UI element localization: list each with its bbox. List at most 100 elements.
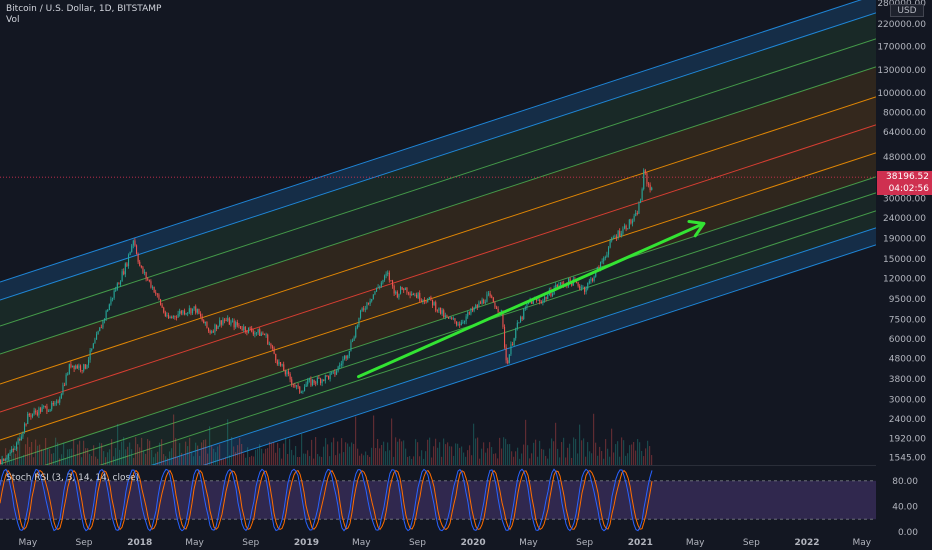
candle-body	[624, 225, 626, 229]
candle-body	[513, 338, 515, 346]
volume-bar	[625, 455, 627, 465]
volume-bar	[65, 458, 67, 465]
candle-body	[358, 317, 360, 326]
volume-bar	[105, 457, 107, 465]
volume-label[interactable]: Vol	[6, 15, 161, 26]
volume-bar	[581, 440, 583, 465]
volume-bar	[573, 437, 575, 465]
candle-body	[193, 306, 195, 309]
candle-body	[100, 327, 102, 329]
time-tick-label: Sep	[242, 538, 259, 548]
volume-bar	[309, 456, 311, 465]
candle-body	[236, 322, 238, 326]
volume-bar	[637, 439, 639, 465]
volume-bar	[485, 452, 487, 465]
chart-window[interactable]: 1545.00 1920.00 2400.00 3000.00 3800.00 4800.…	[0, 0, 932, 550]
candle-body	[604, 257, 606, 259]
candle-body	[387, 272, 389, 274]
volume-bar	[323, 446, 325, 465]
volume-bar	[241, 444, 243, 465]
candle-body	[276, 360, 278, 365]
volume-bar	[301, 433, 303, 465]
volume-bar	[589, 451, 591, 465]
volume-bar	[215, 452, 217, 465]
candle-body	[323, 379, 325, 381]
volume-bar	[405, 448, 407, 465]
candle-body	[643, 170, 645, 190]
candle-body	[155, 292, 157, 294]
volume-bar	[497, 458, 499, 465]
time-tick-label: 2020	[461, 538, 486, 548]
candle-body	[49, 409, 51, 412]
volume-bar	[275, 452, 277, 465]
volume-bar	[377, 438, 379, 465]
volume-bar	[109, 449, 111, 465]
candle-body	[272, 346, 274, 349]
candle-body	[200, 313, 202, 317]
volume-bar	[265, 448, 267, 465]
volume-bar	[613, 452, 615, 465]
candle-body	[297, 385, 299, 387]
pane-divider	[0, 465, 932, 466]
candle-body	[620, 233, 622, 236]
volume-bar	[393, 456, 395, 465]
candle-body	[11, 449, 13, 453]
candle-body	[14, 448, 16, 450]
volume-bar	[635, 450, 637, 465]
candle-body	[59, 398, 61, 403]
volume-bar	[421, 450, 423, 465]
volume-bar	[239, 438, 241, 465]
volume-bar	[303, 453, 305, 465]
volume-bar	[75, 455, 77, 465]
candle-body	[168, 315, 170, 319]
volume-bar	[553, 441, 555, 465]
candle-body	[468, 312, 470, 314]
stoch-rsi-title[interactable]: Stoch RSI (3, 3, 14, 14, close)	[6, 473, 139, 483]
candle-body	[30, 415, 32, 417]
volume-bar	[269, 441, 271, 465]
price-chart[interactable]: 1545.00 1920.00 2400.00 3000.00 3800.00 4800.…	[0, 0, 932, 550]
candle-body	[235, 322, 237, 328]
volume-bar	[569, 443, 571, 465]
candle-body	[523, 309, 525, 320]
volume-bar	[305, 453, 307, 465]
volume-bar	[295, 446, 297, 465]
volume-bar	[281, 458, 283, 465]
volume-bar	[359, 455, 361, 465]
price-tick-label: 15000.00	[883, 255, 926, 265]
candle-body	[630, 219, 632, 224]
candle-body	[185, 313, 187, 315]
candle-body	[545, 297, 547, 300]
candle-body	[408, 292, 410, 294]
volume-bar	[17, 446, 19, 465]
volume-bar	[525, 419, 527, 465]
candle-body	[40, 408, 42, 412]
volume-bar	[81, 457, 83, 465]
volume-bar	[615, 444, 617, 465]
candle-body	[142, 267, 144, 273]
volume-bar	[633, 441, 635, 465]
volume-bar	[69, 448, 71, 465]
volume-bar	[181, 452, 183, 465]
volume-bar	[255, 449, 257, 465]
candle-body	[435, 302, 437, 311]
candle-body	[609, 240, 611, 248]
candle-body	[76, 365, 78, 369]
volume-bar	[97, 458, 99, 465]
candle-body	[436, 310, 438, 312]
currency-button[interactable]: USD	[890, 4, 924, 17]
candle-body	[384, 275, 386, 281]
volume-bar	[185, 441, 187, 465]
candle-body	[355, 327, 357, 338]
volume-bar	[299, 457, 301, 465]
volume-bar	[463, 452, 465, 465]
candle-body	[462, 322, 464, 323]
symbol-title[interactable]: Bitcoin / U.S. Dollar, 1D, BITSTAMP	[6, 4, 161, 15]
candle-body	[89, 350, 91, 360]
candle-body	[249, 327, 251, 329]
candle-body	[472, 308, 474, 311]
volume-bar	[367, 455, 369, 465]
volume-bar	[617, 441, 619, 465]
volume-bar	[297, 456, 299, 465]
volume-bar	[355, 416, 357, 465]
